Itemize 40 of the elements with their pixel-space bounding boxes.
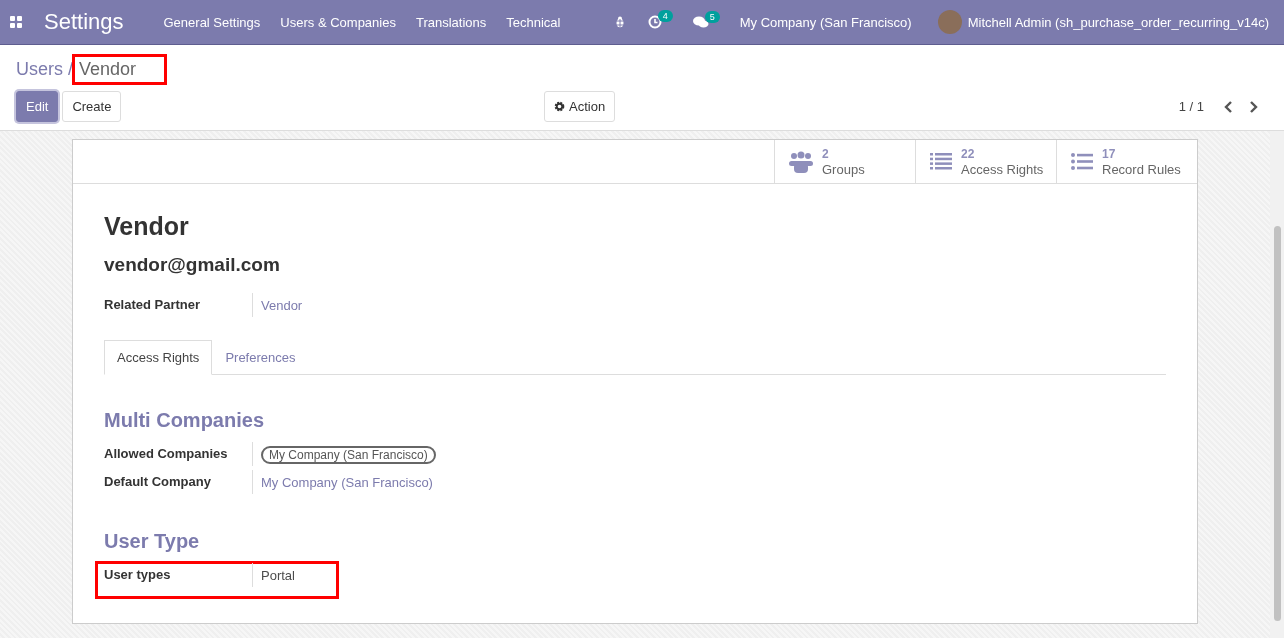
field-label: Default Company — [104, 470, 253, 494]
record-email: vendor@gmail.com — [104, 254, 281, 276]
bullet-list-icon — [1071, 153, 1093, 170]
field-label: Related Partner — [104, 293, 253, 317]
menu-item[interactable]: Technical — [506, 14, 561, 30]
scrollbar[interactable] — [1270, 131, 1284, 638]
list-icon — [930, 153, 952, 170]
edit-button[interactable]: Edit — [16, 91, 59, 122]
next-icon[interactable] — [1249, 100, 1258, 113]
gear-icon — [554, 101, 565, 112]
apps-grid-icon[interactable] — [10, 16, 22, 28]
bug-icon[interactable] — [613, 16, 626, 28]
breadcrumb-link[interactable]: Users — [16, 58, 63, 80]
menu-item[interactable]: General Settings — [163, 14, 261, 30]
record-title: Vendor — [104, 212, 190, 241]
field-link[interactable]: My Company (San Francisco) — [253, 474, 433, 490]
activity-count-badge: 4 — [657, 10, 673, 22]
user-menu[interactable]: Mitchell Admin (sh_purchase_order_recurring_v14c) — [967, 14, 1269, 30]
breadcrumb-current: Vendor — [72, 53, 168, 85]
clock-icon[interactable] — [647, 15, 662, 29]
company-tag[interactable]: My Company (San Francisco) — [261, 445, 436, 464]
users-icon — [789, 150, 813, 173]
field-label: User types — [104, 563, 253, 587]
section-title: Multi Companies — [104, 409, 265, 432]
menu-item[interactable]: Users & Companies — [280, 14, 396, 30]
section-title: User Type — [104, 530, 201, 553]
pager-value: 1 / 1 — [1178, 99, 1204, 114]
message-count-badge: 5 — [704, 10, 720, 23]
field-link[interactable]: Vendor — [253, 297, 303, 313]
app-title: Settings — [44, 9, 124, 35]
previous-icon[interactable] — [1224, 100, 1233, 113]
company-switcher[interactable]: My Company (San Francisco) — [739, 14, 912, 30]
form-tab[interactable]: Access Rights — [104, 340, 213, 375]
field-value: Portal — [260, 567, 295, 583]
action-button[interactable]: Action — [544, 91, 616, 122]
field-label: Allowed Companies — [104, 442, 253, 466]
form-tab[interactable]: Preferences — [212, 340, 309, 375]
chat-bubbles-icon[interactable] — [692, 15, 709, 29]
create-button[interactable]: Create — [62, 91, 122, 122]
menu-item[interactable]: Translations — [415, 14, 487, 30]
